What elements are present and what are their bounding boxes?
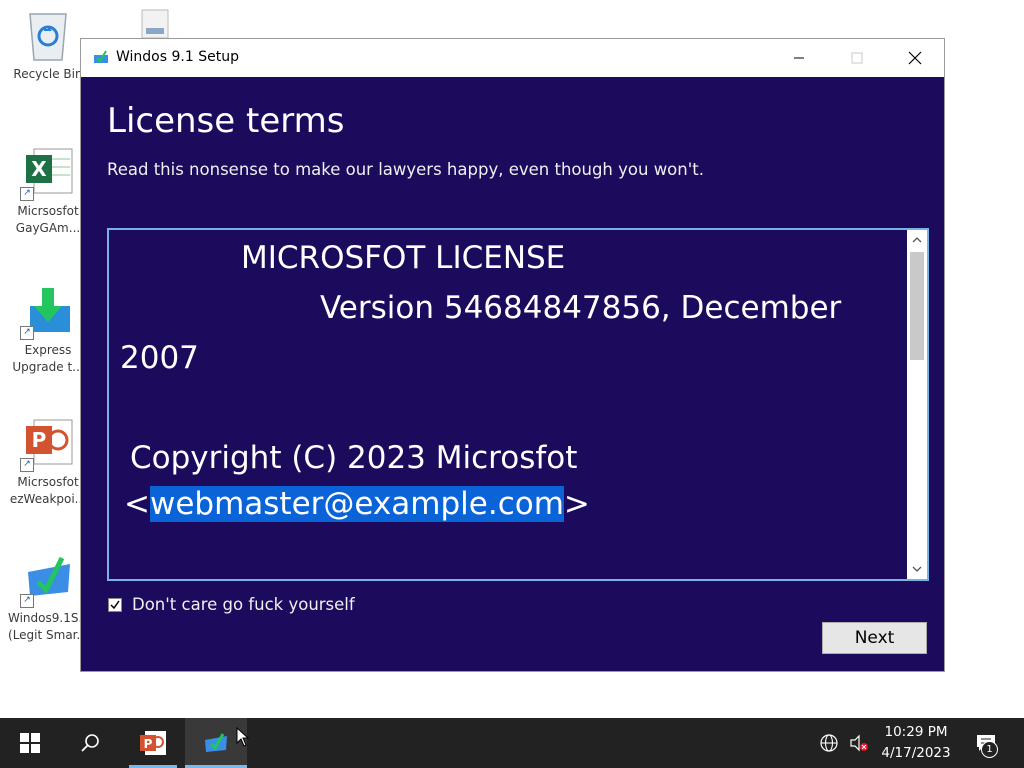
email-close-bracket: > — [563, 486, 590, 522]
maximize-button[interactable] — [828, 39, 886, 77]
desktop-icon-label: ezWeakpoi... — [9, 492, 87, 506]
chevron-up-icon — [912, 237, 922, 243]
taskbar-clock[interactable]: 10:29 PM 4/17/2023 — [876, 722, 956, 764]
spreadsheet-icon: X ↗ — [20, 145, 76, 201]
setup-icon: ↗ — [20, 552, 76, 608]
desktop-icon-label: GayGAm... — [15, 221, 81, 235]
desktop-icon-powerpoint[interactable]: P ↗ Micrsosfot ezWeakpoi... — [8, 416, 88, 508]
close-button[interactable] — [886, 39, 944, 77]
presentation-icon: P — [140, 731, 166, 755]
network-tray-button[interactable] — [816, 718, 842, 768]
license-year-line: 2007 — [120, 340, 199, 376]
license-text-box[interactable]: MICROSFOT LICENSE Version 54684847856, D… — [107, 228, 929, 581]
license-email-line: <webmaster@example.com> — [124, 486, 590, 522]
globe-icon — [820, 734, 838, 752]
desktop-icon-label: Express — [24, 343, 72, 357]
shortcut-arrow-icon: ↗ — [20, 326, 34, 340]
desktop-icon-windos-setup[interactable]: ↗ Windos9.1S... (Legit Smar... — [8, 552, 88, 644]
taskbar-powerpoint[interactable]: P — [129, 718, 177, 768]
next-button[interactable]: Next — [822, 622, 927, 654]
desktop-icon-label: Recycle Bin — [13, 67, 83, 81]
scroll-thumb[interactable] — [910, 252, 924, 360]
license-copyright-line: Copyright (C) 2023 Microsfot — [130, 440, 578, 476]
window-title: Windos 9.1 Setup — [116, 49, 239, 65]
agree-checkbox[interactable] — [108, 597, 122, 612]
maximize-icon — [851, 52, 863, 64]
scroll-down-button[interactable] — [907, 559, 927, 579]
clock-date: 4/17/2023 — [881, 745, 951, 761]
shortcut-arrow-icon: ↗ — [20, 594, 34, 608]
taskbar: P 10:29 PM 4/17/2023 1 — [0, 718, 1024, 768]
windows-logo-icon — [20, 733, 40, 753]
license-version-line: Version 54684847856, December — [320, 290, 842, 326]
checkmark-icon — [110, 600, 120, 609]
chevron-down-icon — [912, 566, 922, 572]
setup-window: Windos 9.1 Setup License terms Read this… — [80, 38, 945, 672]
email-open-bracket: < — [124, 486, 150, 522]
desktop-icon-excel[interactable]: X ↗ Micrsosfot GayGAm... — [8, 145, 88, 237]
volume-muted-icon — [850, 734, 868, 752]
shortcut-arrow-icon: ↗ — [20, 187, 34, 201]
notification-badge: 1 — [981, 741, 998, 758]
volume-tray-button[interactable] — [846, 718, 872, 768]
download-icon: ↗ — [20, 284, 76, 340]
action-center-button[interactable]: 1 — [968, 718, 1004, 768]
mouse-cursor-icon — [236, 727, 250, 747]
close-icon — [908, 51, 922, 65]
clock-time: 10:29 PM — [884, 724, 948, 740]
agree-checkbox-row[interactable]: Don't care go fuck yourself — [108, 595, 355, 614]
desktop-icon-recycle-bin[interactable]: Recycle Bin — [8, 8, 88, 83]
start-button[interactable] — [0, 718, 60, 768]
search-button[interactable] — [60, 718, 120, 768]
desktop-icon-label: Micrsosfot — [17, 475, 79, 489]
desktop-icon-label: Micrsosfot — [17, 204, 79, 218]
svg-text:P: P — [32, 428, 47, 452]
shortcut-arrow-icon: ↗ — [20, 458, 34, 472]
selected-email-text: webmaster@example.com — [149, 486, 564, 522]
svg-text:X: X — [31, 157, 47, 181]
minimize-button[interactable] — [770, 39, 828, 77]
page-subtitle: Read this nonsense to make our lawyers h… — [107, 160, 704, 179]
desktop-icon-label: (Legit Smar... — [8, 628, 88, 642]
license-scrollbar[interactable] — [907, 230, 927, 579]
search-icon — [81, 734, 99, 752]
svg-text:P: P — [144, 737, 153, 751]
scroll-up-button[interactable] — [907, 230, 927, 250]
minimize-icon — [794, 57, 804, 59]
page-title: License terms — [107, 101, 345, 141]
desktop-icon-label: Windos9.1S... — [8, 611, 88, 625]
presentation-icon: P ↗ — [20, 416, 76, 472]
recycle-bin-icon — [20, 8, 76, 64]
setup-app-icon — [93, 49, 109, 69]
license-title-line: MICROSFOT LICENSE — [241, 240, 566, 276]
agree-checkbox-label: Don't care go fuck yourself — [132, 595, 355, 614]
setup-icon — [205, 733, 227, 752]
desktop-icon-express-upgrade[interactable]: ↗ Express Upgrade t... — [8, 284, 88, 376]
desktop-icon-label: Upgrade t... — [12, 360, 84, 374]
title-bar[interactable]: Windos 9.1 Setup — [81, 39, 944, 77]
